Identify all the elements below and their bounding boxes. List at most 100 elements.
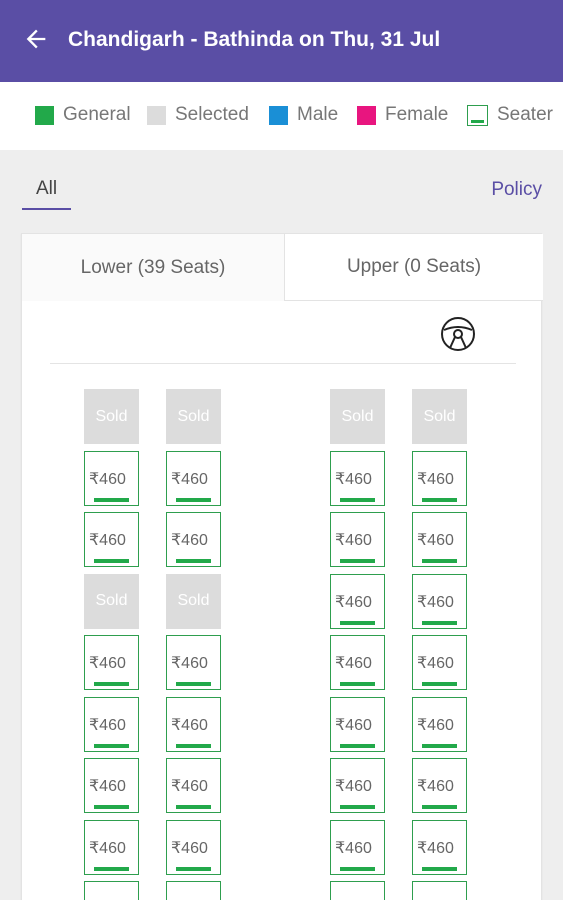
seat-sold-label: Sold: [423, 407, 456, 425]
seat-seater-marker: [94, 805, 129, 809]
tab-upper-deck[interactable]: Upper (0 Seats): [284, 234, 543, 301]
legend-selected: Selected: [147, 104, 249, 126]
seat-seater-marker: [176, 559, 211, 563]
seat-price: ₹460: [335, 532, 372, 549]
seat-price: ₹460: [335, 470, 372, 488]
available-seat[interactable]: ₹460: [330, 819, 385, 875]
available-seat[interactable]: ₹460: [84, 696, 139, 752]
seat-price: ₹460: [171, 470, 208, 488]
legend-label: Male: [297, 104, 339, 125]
seat-price: ₹460: [89, 716, 126, 734]
legend-label: General: [63, 104, 131, 125]
available-seat[interactable]: ₹460: [330, 635, 385, 690]
available-seat[interactable]: ₹460: [166, 696, 221, 752]
seat-seater-marker: [176, 805, 211, 809]
sold-seat: Sold: [412, 389, 467, 444]
seat-price: ₹460: [417, 532, 454, 549]
available-seat[interactable]: ₹460: [330, 881, 385, 900]
steering-wheel-icon: [441, 317, 475, 351]
seat-price: ₹460: [89, 778, 126, 795]
tab-lower-deck[interactable]: Lower (39 Seats): [22, 234, 284, 301]
seat-legend: General Selected Male Female Seater: [0, 82, 563, 150]
seat-price: ₹460: [171, 778, 208, 795]
page-title: Chandigarh - Bathinda on Thu, 31 Jul: [68, 28, 441, 51]
seat-price: ₹460: [171, 532, 208, 549]
available-seat[interactable]: ₹460: [412, 450, 467, 506]
app-bar: Chandigarh - Bathinda on Thu, 31 Jul: [0, 0, 563, 82]
available-seat[interactable]: ₹460: [412, 696, 467, 752]
available-seat[interactable]: ₹460: [412, 512, 467, 567]
seat-price: ₹460: [171, 839, 208, 857]
sold-seat: Sold: [166, 573, 221, 629]
available-seat[interactable]: ₹460: [166, 512, 221, 567]
available-seat[interactable]: ₹460: [412, 573, 467, 629]
seat-seater-marker: [422, 866, 457, 871]
seat-seater-marker: [340, 497, 375, 502]
seat-seater-marker: [340, 743, 375, 748]
seat-seater-marker: [94, 497, 129, 502]
seat-seater-marker: [340, 559, 375, 563]
available-seat[interactable]: ₹460: [330, 512, 385, 567]
policy-link[interactable]: Policy: [491, 179, 542, 201]
filter-bar: All Policy: [0, 150, 563, 220]
available-seat[interactable]: ₹460: [330, 450, 385, 506]
tab-all[interactable]: All: [22, 178, 71, 200]
seat-price: ₹460: [417, 778, 454, 795]
seat-price: ₹460: [89, 839, 126, 857]
seat-seater-marker: [176, 743, 211, 748]
available-seat[interactable]: ₹460: [330, 696, 385, 752]
seat-seater-marker: [422, 682, 457, 686]
arrow-left-icon: [26, 29, 46, 49]
seat-price: ₹460: [335, 716, 372, 734]
seat-price: ₹460: [417, 716, 454, 734]
available-seat[interactable]: ₹460: [412, 819, 467, 875]
seat-seater-marker: [340, 620, 375, 625]
seat-seater-marker: [422, 559, 457, 563]
back-button[interactable]: [22, 25, 50, 53]
seat-seater-marker: [94, 866, 129, 871]
available-seat[interactable]: ₹460: [330, 573, 385, 629]
seat-seater-marker: [176, 682, 211, 686]
sold-seat: Sold: [84, 389, 139, 444]
legend-female: Female: [357, 104, 448, 126]
seat-price: ₹460: [417, 593, 454, 611]
available-seat[interactable]: ₹460: [84, 819, 139, 875]
sold-seat: Sold: [330, 389, 385, 444]
available-seat[interactable]: ₹460: [84, 758, 139, 813]
available-seat[interactable]: ₹460: [166, 881, 221, 900]
seat-sold-label: Sold: [177, 407, 210, 425]
seat-seater-marker: [422, 620, 457, 625]
available-seat[interactable]: ₹460: [166, 758, 221, 813]
seater-icon: [467, 104, 488, 126]
available-seat[interactable]: ₹460: [412, 881, 467, 900]
tab-all-indicator: [22, 208, 71, 210]
seat-seater-marker: [422, 743, 457, 748]
seat-price: ₹460: [89, 470, 126, 488]
available-seat[interactable]: ₹460: [84, 635, 139, 690]
seat-seater-marker: [340, 682, 375, 686]
available-seat[interactable]: ₹460: [166, 819, 221, 875]
available-seat[interactable]: ₹460: [412, 635, 467, 690]
seat-price: ₹460: [335, 593, 372, 611]
legend-label: Female: [385, 104, 449, 125]
seat-seater-marker: [176, 866, 211, 871]
available-seat[interactable]: ₹460: [166, 450, 221, 506]
seat-seater-marker: [422, 497, 457, 502]
available-seat[interactable]: ₹460: [412, 758, 467, 813]
seat-seater-marker: [94, 682, 129, 686]
seat-price: ₹460: [417, 655, 454, 672]
seat-price: ₹460: [335, 778, 372, 795]
legend-male-swatch: [269, 105, 288, 125]
available-seat[interactable]: ₹460: [84, 450, 139, 506]
seat-price: ₹460: [417, 470, 454, 488]
sold-seat: Sold: [166, 389, 221, 444]
available-seat[interactable]: ₹460: [330, 758, 385, 813]
seat-price: ₹460: [89, 655, 126, 672]
seat-seater-marker: [340, 866, 375, 871]
seat-sold-label: Sold: [95, 407, 128, 425]
available-seat[interactable]: ₹460: [84, 512, 139, 567]
available-seat[interactable]: ₹460: [166, 635, 221, 690]
sold-seat: Sold: [84, 573, 139, 629]
legend-general: General: [35, 104, 131, 126]
available-seat[interactable]: ₹460: [84, 881, 139, 900]
